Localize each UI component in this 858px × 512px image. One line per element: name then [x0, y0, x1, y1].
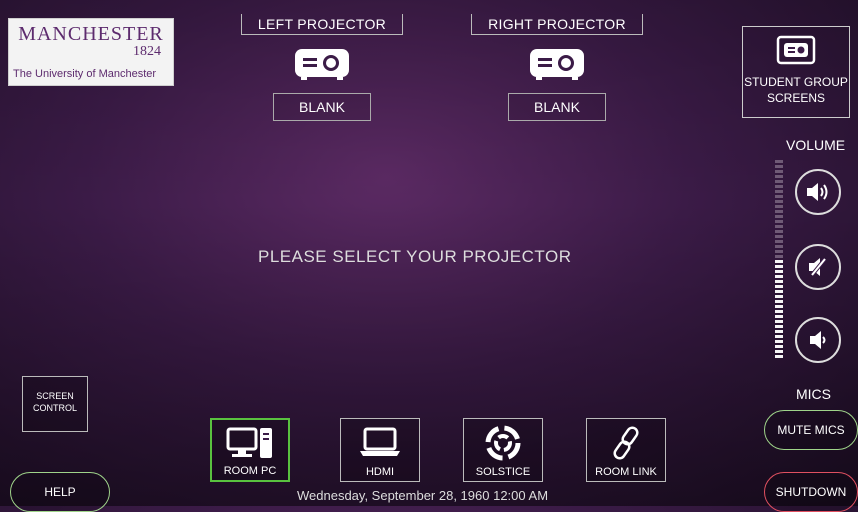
volume-label: VOLUME [786, 137, 846, 153]
shutdown-button[interactable]: SHUTDOWN [764, 472, 858, 512]
desktop-pc-icon [226, 427, 272, 458]
screen-control-button[interactable]: SCREEN CONTROL [22, 376, 88, 432]
screen-control-label-1: SCREEN [36, 391, 74, 401]
speaker-mute-icon [809, 257, 827, 277]
volume-segment [775, 210, 783, 213]
volume-up-button[interactable] [795, 169, 841, 215]
mics-label: MICS [796, 386, 831, 402]
volume-segment [775, 335, 783, 338]
left-projector-icon[interactable] [293, 47, 351, 81]
volume-level-bar [775, 160, 783, 360]
volume-segment [775, 355, 783, 358]
right-blank-button[interactable]: BLANK [508, 93, 606, 121]
source-room-link[interactable]: ROOM LINK [586, 418, 666, 482]
volume-segment [775, 255, 783, 258]
volume-segment [775, 260, 783, 263]
volume-segment [775, 230, 783, 233]
source-room-pc[interactable]: ROOM PC [210, 418, 290, 482]
volume-segment [775, 285, 783, 288]
source-hdmi[interactable]: HDMI [340, 418, 420, 482]
volume-segment [775, 350, 783, 353]
logo-university: The University of Manchester [13, 68, 157, 80]
link-icon [613, 426, 639, 460]
volume-segment [775, 280, 783, 283]
help-button[interactable]: HELP [10, 472, 110, 512]
laptop-icon [360, 427, 400, 456]
volume-segment [775, 290, 783, 293]
volume-segment [775, 275, 783, 278]
volume-segment [775, 220, 783, 223]
source-solstice[interactable]: SOLSTICE [463, 418, 543, 482]
volume-down-icon [810, 331, 826, 349]
volume-segment [775, 270, 783, 273]
volume-up-icon [807, 183, 828, 201]
volume-segment [775, 295, 783, 298]
right-projector-icon[interactable] [528, 47, 586, 81]
university-logo: MANCHESTER 1824 The University of Manche… [8, 18, 174, 86]
right-projector-panel: RIGHT PROJECTOR BLANK [469, 14, 645, 121]
right-projector-title: RIGHT PROJECTOR [471, 14, 643, 35]
source-room-pc-label: ROOM PC [223, 465, 277, 477]
volume-segment [775, 340, 783, 343]
volume-segment [775, 345, 783, 348]
student-group-label-1: STUDENT GROUP [744, 75, 848, 89]
volume-segment [775, 175, 783, 178]
solstice-swirl-icon [485, 425, 521, 461]
source-hdmi-label: HDMI [365, 466, 395, 478]
screen-control-label-2: CONTROL [32, 403, 77, 413]
source-room-link-label: ROOM LINK [595, 466, 657, 478]
volume-down-button[interactable] [795, 317, 841, 363]
volume-segment [775, 195, 783, 198]
volume-segment [775, 160, 783, 163]
volume-segment [775, 240, 783, 243]
volume-segment [775, 305, 783, 308]
volume-segment [775, 190, 783, 193]
volume-segment [775, 325, 783, 328]
volume-mute-button[interactable] [795, 244, 841, 290]
logo-name: MANCHESTER [18, 23, 164, 45]
left-projector-title: LEFT PROJECTOR [240, 14, 404, 35]
volume-segment [775, 180, 783, 183]
volume-segment [775, 245, 783, 248]
volume-segment [775, 165, 783, 168]
datetime-display: Wednesday, September 28, 1960 12:00 AM [297, 488, 549, 503]
student-group-label-2: SCREENS [766, 91, 825, 105]
volume-segment [775, 310, 783, 313]
volume-segment [775, 330, 783, 333]
volume-segment [775, 205, 783, 208]
volume-segment [775, 185, 783, 188]
left-blank-button[interactable]: BLANK [273, 93, 371, 121]
source-solstice-label: SOLSTICE [475, 466, 531, 478]
volume-segment [775, 235, 783, 238]
left-projector-panel: LEFT PROJECTOR BLANK [234, 14, 410, 121]
select-projector-prompt: PLEASE SELECT YOUR PROJECTOR [258, 247, 572, 266]
volume-segment [775, 250, 783, 253]
volume-segment [775, 315, 783, 318]
mute-mics-button[interactable]: MUTE MICS [764, 410, 858, 450]
volume-segment [775, 200, 783, 203]
student-group-screens-button[interactable]: STUDENT GROUP SCREENS [742, 26, 850, 118]
volume-segment [775, 170, 783, 173]
volume-segment [775, 215, 783, 218]
volume-segment [775, 265, 783, 268]
logo-year: 1824 [133, 44, 161, 59]
volume-segment [775, 300, 783, 303]
volume-segment [775, 225, 783, 228]
group-screen-icon [776, 35, 816, 65]
volume-segment [775, 320, 783, 323]
